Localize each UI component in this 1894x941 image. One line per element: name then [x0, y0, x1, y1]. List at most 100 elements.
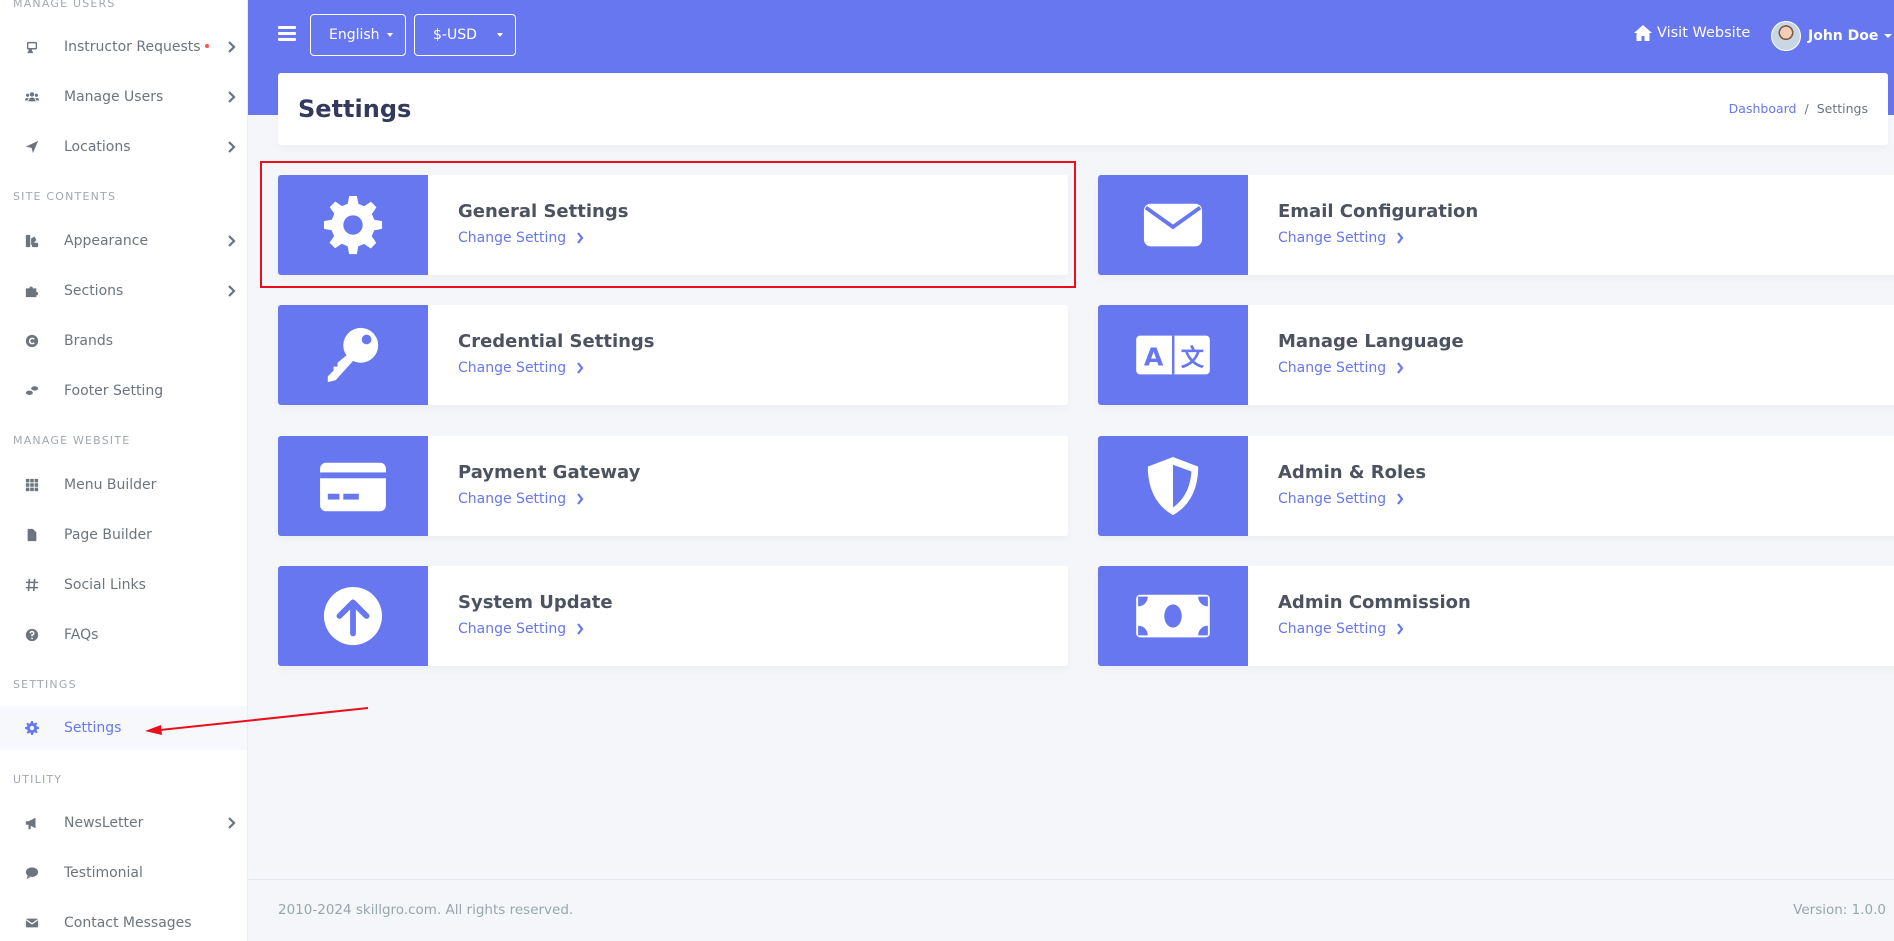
- sidebar-item-label: Menu Builder: [64, 477, 157, 493]
- breadcrumb-dashboard-link[interactable]: Dashboard: [1729, 101, 1797, 116]
- grid-icon: [0, 478, 64, 492]
- change-setting-label: Change Setting: [1278, 491, 1387, 507]
- change-setting-link[interactable]: Change Setting: [1278, 491, 1426, 507]
- home-icon: [1634, 25, 1652, 41]
- icon-box: [278, 436, 428, 536]
- envelope-icon: [0, 916, 64, 930]
- chevron-right-icon: [1397, 623, 1404, 635]
- copyright-text: 2010-2024 skillgro.com. All rights reser…: [278, 902, 574, 918]
- change-setting-label: Change Setting: [1278, 621, 1387, 637]
- general-settings-card[interactable]: General Settings Change Setting: [278, 175, 1068, 275]
- sidebar-item-social-links[interactable]: Social Links: [0, 563, 247, 607]
- page-title: Settings: [298, 95, 412, 123]
- change-setting-label: Change Setting: [458, 230, 567, 246]
- bullhorn-icon: [0, 816, 64, 830]
- change-setting-link[interactable]: Change Setting: [1278, 230, 1478, 246]
- icon-box: [1098, 566, 1248, 666]
- sidebar-item-label: Brands: [64, 333, 113, 349]
- user-tie-icon: [0, 40, 64, 54]
- sidebar-item-label: Locations: [64, 139, 131, 155]
- chevron-right-icon: [214, 816, 247, 830]
- sidebar-item-label: Instructor Requests: [64, 39, 201, 55]
- breadcrumb-current: Settings: [1816, 101, 1868, 116]
- money-bill-icon: [1136, 594, 1210, 638]
- svg-text:文: 文: [1181, 345, 1205, 372]
- change-setting-link[interactable]: Change Setting: [458, 230, 628, 246]
- language-value: English: [329, 27, 380, 43]
- sidebar-item-label: NewsLetter: [64, 815, 144, 831]
- chevron-right-icon: [1397, 232, 1404, 244]
- sidebar-item-brands[interactable]: Brands: [0, 319, 247, 363]
- icon-box: [278, 175, 428, 275]
- email-configuration-card[interactable]: Email Configuration Change Setting: [1098, 175, 1894, 275]
- language-select[interactable]: English: [310, 14, 406, 56]
- sidebar-item-newsletter[interactable]: NewsLetter: [0, 801, 247, 845]
- sidebar-item-instructor-requests[interactable]: Instructor Requests: [0, 25, 247, 69]
- user-menu[interactable]: John Doe: [1771, 21, 1893, 51]
- caret-down-icon: [1884, 34, 1893, 38]
- credit-card-icon: [320, 462, 386, 512]
- chevron-right-icon: [214, 234, 247, 248]
- menu-header-site-contents: Site Contents: [13, 190, 117, 203]
- admin-roles-card[interactable]: Admin & Roles Change Setting: [1098, 436, 1894, 536]
- card-title: Email Configuration: [1278, 201, 1479, 222]
- card-title: Manage Language: [1278, 331, 1464, 352]
- card-title: Credential Settings: [458, 331, 655, 352]
- chevron-right-icon: [1397, 362, 1404, 374]
- card-title: System Update: [458, 592, 613, 613]
- sidebar-item-label: Appearance: [64, 233, 149, 249]
- visit-website-link[interactable]: Visit Website: [1633, 24, 1750, 42]
- sidebar-item-label: Manage Users: [64, 89, 164, 105]
- footer: 2010-2024 skillgro.com. All rights reser…: [248, 879, 1894, 941]
- sidebar-item-faqs[interactable]: FAQs: [0, 613, 247, 657]
- chevron-right-icon: [214, 140, 247, 154]
- change-setting-label: Change Setting: [458, 621, 567, 637]
- manage-language-card[interactable]: A文 Manage Language Change Setting: [1098, 305, 1894, 405]
- chevron-right-icon: [214, 90, 247, 104]
- credential-settings-card[interactable]: Credential Settings Change Setting: [278, 305, 1068, 405]
- sidebar-item-footer-setting[interactable]: Footer Setting: [0, 369, 247, 413]
- breadcrumb-separator: /: [1804, 101, 1809, 116]
- change-setting-link[interactable]: Change Setting: [1278, 360, 1464, 376]
- notification-dot: [205, 44, 209, 48]
- sidebar-item-contact-messages[interactable]: Contact Messages: [0, 901, 247, 941]
- cog-icon: [0, 721, 64, 735]
- change-setting-link[interactable]: Change Setting: [458, 491, 640, 507]
- language-icon: A文: [1136, 335, 1210, 375]
- sidebar-item-page-builder[interactable]: Page Builder: [0, 513, 247, 557]
- sidebar-item-appearance[interactable]: Appearance: [0, 219, 247, 263]
- shield-icon: [1147, 456, 1199, 516]
- change-setting-label: Change Setting: [1278, 360, 1387, 376]
- chevron-right-icon: [577, 623, 584, 635]
- sidebar-item-label: Page Builder: [64, 527, 152, 543]
- svg-text:A: A: [1144, 343, 1164, 372]
- hamburger-menu-icon[interactable]: [278, 26, 296, 42]
- puzzle-icon: [0, 284, 64, 298]
- change-setting-link[interactable]: Change Setting: [458, 360, 655, 376]
- sidebar: Manage Users Instructor Requests Manage …: [0, 0, 248, 941]
- sidebar-item-menu-builder[interactable]: Menu Builder: [0, 463, 247, 507]
- chevron-right-icon: [1397, 493, 1404, 505]
- change-setting-link[interactable]: Change Setting: [458, 621, 613, 637]
- sidebar-item-testimonial[interactable]: Testimonial: [0, 851, 247, 895]
- admin-commission-card[interactable]: Admin Commission Change Setting: [1098, 566, 1894, 666]
- copyright-icon: [0, 334, 64, 348]
- currency-select[interactable]: $-USD: [414, 14, 516, 56]
- card-title: Admin & Roles: [1278, 462, 1427, 483]
- menu-header-settings: Settings: [13, 678, 77, 691]
- card-title: Payment Gateway: [458, 462, 641, 483]
- sidebar-item-settings[interactable]: Settings: [0, 706, 247, 750]
- sidebar-item-manage-users[interactable]: Manage Users: [0, 75, 247, 119]
- sidebar-item-locations[interactable]: Locations: [0, 125, 247, 169]
- system-update-card[interactable]: System Update Change Setting: [278, 566, 1068, 666]
- payment-gateway-card[interactable]: Payment Gateway Change Setting: [278, 436, 1068, 536]
- sidebar-item-sections[interactable]: Sections: [0, 269, 247, 313]
- menu-header-manage-website: Manage Website: [13, 434, 131, 447]
- sidebar-item-label: FAQs: [64, 627, 99, 643]
- chevron-right-icon: [214, 284, 247, 298]
- change-setting-link[interactable]: Change Setting: [1278, 621, 1471, 637]
- file-icon: [0, 528, 64, 542]
- menu-header-manage-users: Manage Users: [13, 0, 116, 10]
- chevron-right-icon: [577, 232, 584, 244]
- sidebar-item-label: Social Links: [64, 577, 146, 593]
